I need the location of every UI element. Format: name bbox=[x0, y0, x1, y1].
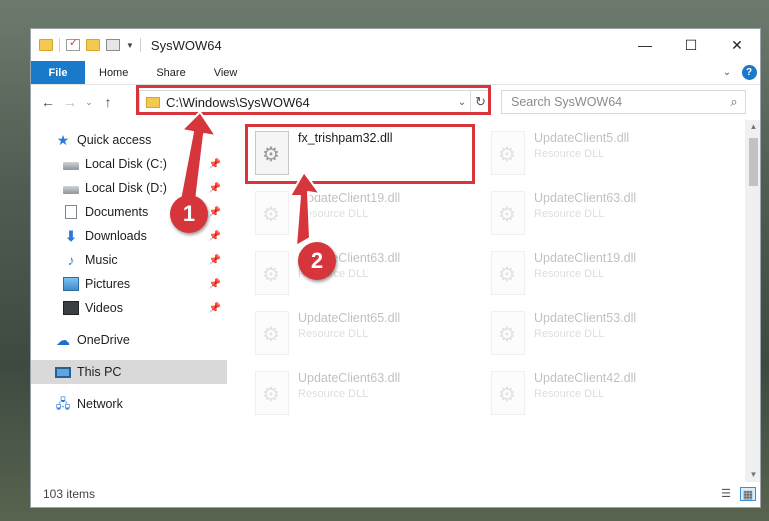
callout-1: 1 bbox=[170, 195, 208, 233]
arrow-2 bbox=[289, 171, 321, 247]
callout-2: 2 bbox=[298, 242, 336, 280]
annotation-arrows bbox=[179, 111, 321, 247]
arrow-1 bbox=[179, 111, 217, 201]
